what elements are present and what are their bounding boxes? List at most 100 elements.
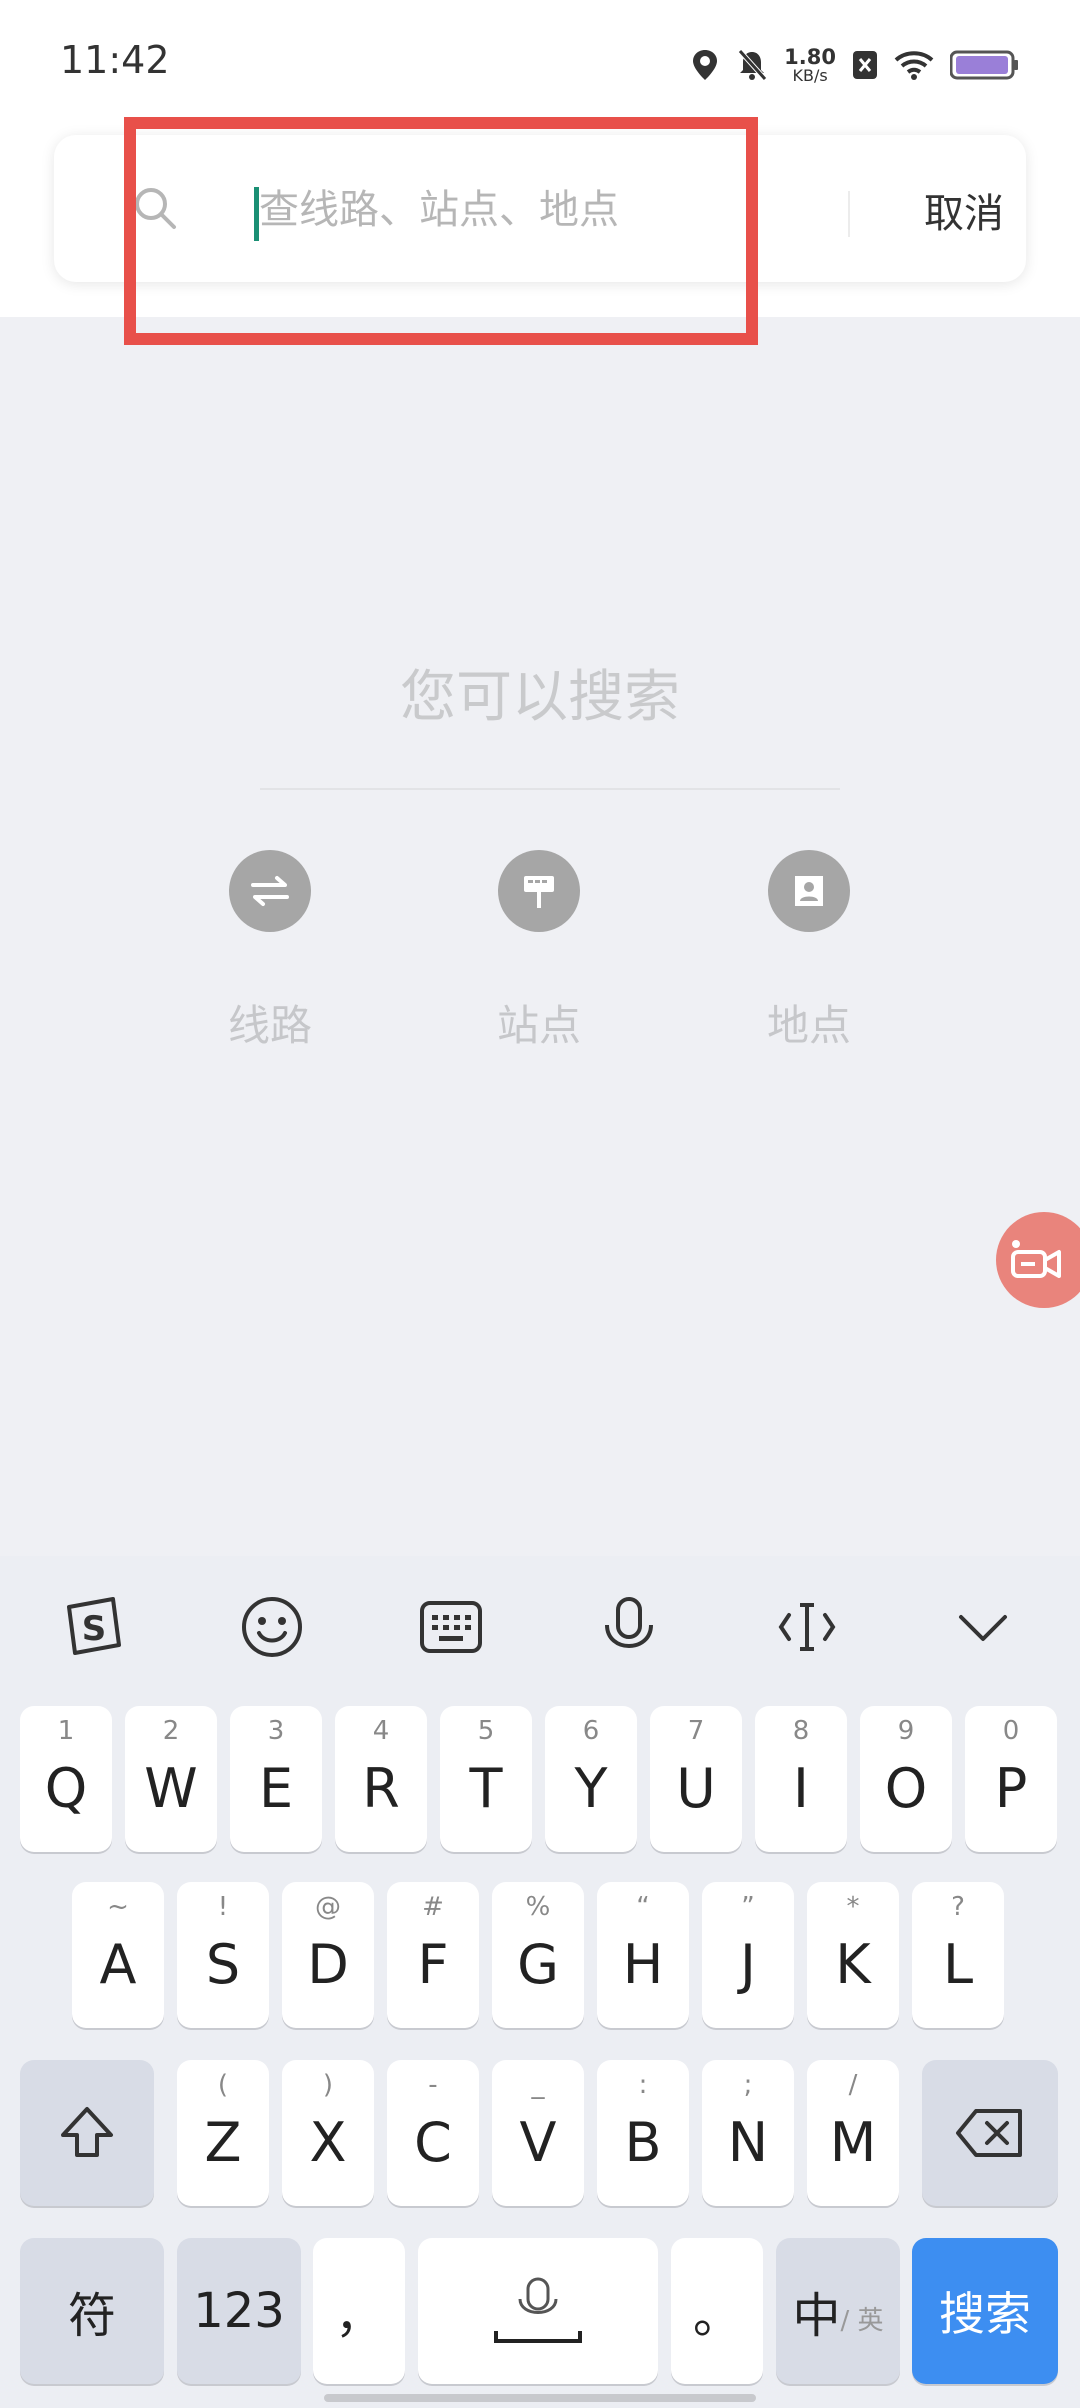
key-d[interactable]: @ D [282, 1882, 374, 2028]
key-o[interactable]: 9O [860, 1706, 952, 1852]
key-q[interactable]: 1Q [20, 1706, 112, 1852]
backspace-icon [956, 2109, 1022, 2157]
soft-keyboard: S 1 Q 2 W 3 E 4 R 5 T 6 Y 7 U 8 I 9 O 0 … [0, 1556, 1080, 2408]
search-option-place[interactable]: 地点 [729, 850, 889, 1053]
key-e[interactable]: 3E [230, 1706, 322, 1852]
key-main-label: J [740, 1932, 756, 1996]
shift-key[interactable] [20, 2060, 154, 2206]
key-w[interactable]: 2W [125, 1706, 217, 1852]
battery-icon [950, 50, 1018, 80]
key-main-label: A [99, 1932, 137, 1996]
keyboard-toolbar: S [0, 1556, 1080, 1696]
key-main-label: X [309, 2110, 347, 2174]
key-main-label: Z [204, 2110, 242, 2174]
cursor-move-icon[interactable] [772, 1592, 842, 1662]
search-divider [848, 191, 850, 237]
key-main-label: T [469, 1756, 503, 1820]
key-sub-label: 1 [57, 1716, 75, 1746]
key-g[interactable]: % G [492, 1882, 584, 2028]
keyboard-icon[interactable] [416, 1592, 486, 1662]
collapse-keyboard-icon[interactable] [948, 1592, 1018, 1662]
key-sub-label: # [422, 1892, 444, 1922]
key-j[interactable]: ” J [702, 1882, 794, 2028]
comma-key[interactable]: ， [313, 2238, 405, 2384]
key-x[interactable]: ) X [282, 2060, 374, 2206]
lang-main-label: 中 [792, 2288, 841, 2344]
key-main-label: I [793, 1756, 809, 1820]
key-main-label: H [622, 1932, 664, 1996]
bus-stop-sign-icon [498, 850, 580, 932]
key-k[interactable]: * K [807, 1882, 899, 2028]
key-h[interactable]: “H [597, 1882, 689, 2028]
language-switch-key[interactable]: 中 / 英 [776, 2238, 900, 2384]
key-sub-label: “ [636, 1892, 650, 1922]
key-sub-label: ; [743, 2070, 753, 2100]
lang-sub-label: / 英 [840, 2305, 884, 2336]
key-u[interactable]: 7U [650, 1706, 742, 1852]
key-f[interactable]: # F [387, 1882, 479, 2028]
key-sub-label: @ [315, 1892, 341, 1922]
mute-icon [738, 49, 768, 81]
key-i[interactable]: 8I [755, 1706, 847, 1852]
search-option-stop[interactable]: 站点 [459, 850, 619, 1053]
key-main-label: V [519, 2110, 557, 2174]
key-sub-label: 9 [897, 1716, 915, 1746]
key-sub-label: * [846, 1892, 860, 1922]
key-main-label: L [942, 1932, 974, 1996]
search-option-route-label: 线路 [227, 1001, 312, 1050]
search-key[interactable]: 搜索 [912, 2238, 1058, 2384]
key-main-label: Q [44, 1756, 88, 1820]
status-time: 11:42 [60, 38, 170, 82]
backspace-key[interactable] [922, 2060, 1058, 2206]
key-sub-label: ” [741, 1892, 755, 1922]
space-key[interactable] [418, 2238, 658, 2384]
comma-key-label: ， [334, 2288, 383, 2344]
floating-record-button[interactable] [996, 1212, 1080, 1308]
symbol-key-label: 符 [67, 2288, 116, 2344]
period-key[interactable]: 。 [671, 2238, 763, 2384]
key-sub-label: % [525, 1892, 551, 1922]
key-sub-label: 5 [477, 1716, 495, 1746]
key-main-label: W [144, 1756, 198, 1820]
key-a[interactable]: ~ A [72, 1882, 164, 2028]
key-n[interactable]: ; N [702, 2060, 794, 2206]
microphone-icon[interactable] [594, 1592, 664, 1662]
key-main-label: R [362, 1756, 400, 1820]
key-sub-label: - [428, 2070, 438, 2100]
period-key-label: 。 [692, 2288, 741, 2344]
numeric-key[interactable]: 123 [177, 2238, 301, 2384]
key-m[interactable]: / M [807, 2060, 899, 2206]
svg-text:S: S [82, 1609, 107, 1649]
search-key-label: 搜索 [939, 2287, 1031, 2341]
emoji-icon[interactable] [237, 1592, 307, 1662]
key-p[interactable]: 0P [965, 1706, 1057, 1852]
cancel-button[interactable]: 取消 [924, 181, 1004, 239]
key-v[interactable]: _ V [492, 2060, 584, 2206]
key-s[interactable]: ! S [177, 1882, 269, 2028]
key-y[interactable]: 6Y [545, 1706, 637, 1852]
home-indicator[interactable] [324, 2394, 756, 2402]
sogou-logo-icon[interactable]: S [58, 1592, 128, 1662]
key-t[interactable]: 5T [440, 1706, 532, 1852]
key-l[interactable]: ? L [912, 1882, 1004, 2028]
key-sub-label: ~ [107, 1892, 129, 1922]
net-speed-unit: KB/s [792, 65, 828, 85]
key-main-label: U [676, 1756, 716, 1820]
key-sub-label: 6 [582, 1716, 600, 1746]
key-sub-label: 4 [372, 1716, 390, 1746]
search-option-place-label: 地点 [766, 1001, 851, 1050]
key-main-label: Y [574, 1756, 608, 1820]
key-main-label: G [517, 1932, 559, 1996]
shift-icon [61, 2107, 113, 2157]
location-pin-icon [768, 850, 850, 932]
search-option-route[interactable]: 线路 [190, 850, 350, 1053]
key-z[interactable]: (Z [177, 2060, 269, 2206]
video-recorder-icon [1011, 1240, 1061, 1278]
symbol-key[interactable]: 符 [20, 2238, 164, 2384]
key-sub-label: 7 [687, 1716, 705, 1746]
net-speed-value: 1.80 [784, 44, 836, 69]
key-r[interactable]: 4R [335, 1706, 427, 1852]
key-b[interactable]: :B [597, 2060, 689, 2206]
key-main-label: E [258, 1756, 294, 1820]
key-c[interactable]: -C [387, 2060, 479, 2206]
